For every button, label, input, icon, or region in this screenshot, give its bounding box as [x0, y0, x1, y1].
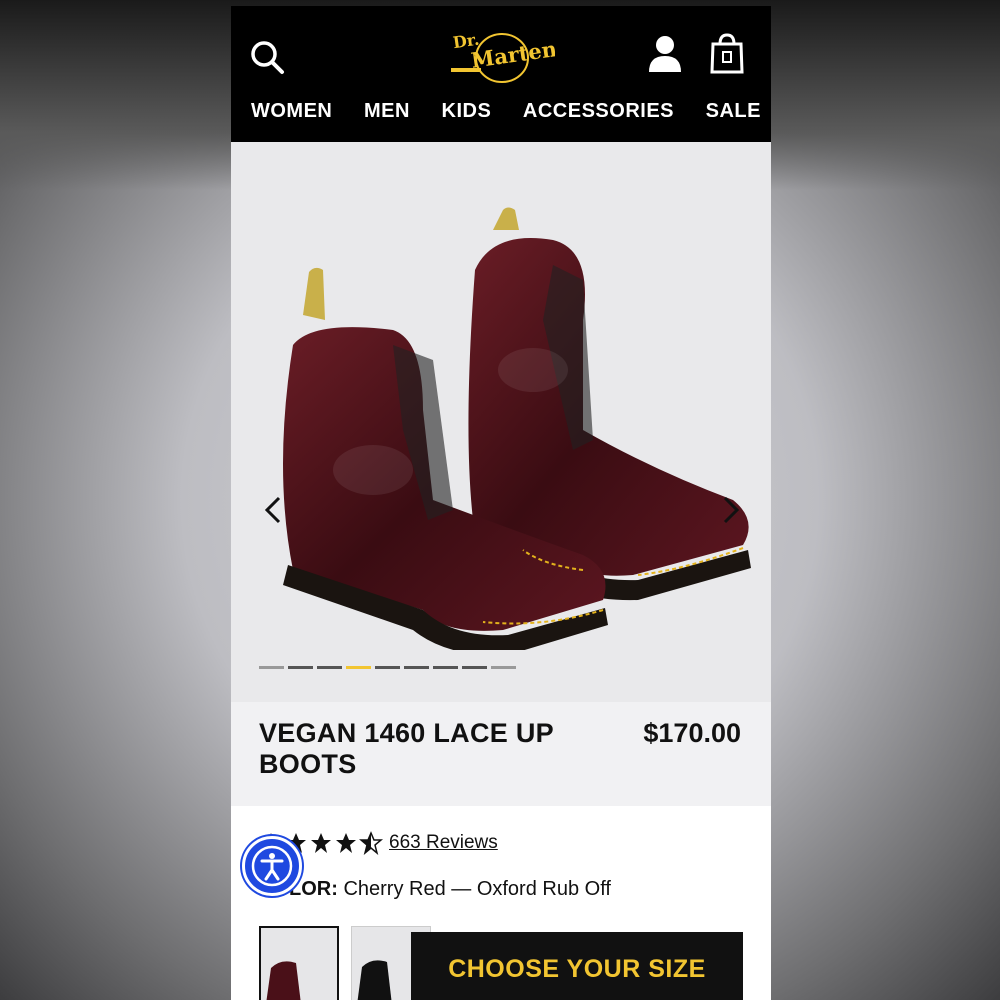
nav-item-accessories[interactable]: ACCESSORIES [523, 100, 674, 130]
star-icon [311, 833, 331, 853]
search-icon[interactable] [249, 38, 285, 78]
choose-size-button[interactable]: CHOOSE YOUR SIZE [411, 932, 743, 1000]
nav-item-women[interactable]: WOMEN [251, 100, 332, 130]
color-swatch-selected[interactable] [259, 926, 339, 1000]
chevron-left-icon[interactable] [259, 492, 289, 528]
nav-item-men[interactable]: MEN [364, 100, 410, 130]
carousel-dot[interactable] [462, 666, 487, 669]
shopping-bag-icon[interactable] [709, 32, 745, 74]
product-price: $170.00 [643, 718, 741, 748]
user-icon[interactable] [647, 34, 683, 74]
star-half-icon [359, 831, 383, 855]
swatch-image [266, 961, 301, 1000]
product-image-carousel[interactable] [231, 142, 771, 702]
carousel-dot[interactable] [404, 666, 429, 669]
carousel-dot[interactable] [491, 666, 516, 669]
nav-item-sale[interactable]: SALE [706, 100, 761, 130]
chevron-right-icon[interactable] [715, 492, 745, 528]
nav-item-kids[interactable]: KIDS [442, 100, 492, 130]
color-value: Cherry Red — Oxford Rub Off [343, 878, 611, 900]
brand-logo[interactable]: Dr. Martens [449, 22, 555, 86]
carousel-dot-active[interactable] [346, 666, 371, 669]
carousel-dot[interactable] [288, 666, 313, 669]
carousel-dot[interactable] [317, 666, 342, 669]
accessibility-icon [251, 845, 293, 887]
color-selection: COLOR: Cherry Red — Oxford Rub Off [259, 878, 611, 901]
carousel-dot[interactable] [375, 666, 400, 669]
accessibility-button[interactable] [242, 836, 302, 896]
site-header: Dr. Martens WOMEN MEN KIDS ACCESSORIES S… [231, 6, 771, 142]
product-image-boots [283, 207, 751, 650]
product-title: VEGAN 1460 LACE UP BOOTS [259, 718, 554, 779]
svg-text:Martens: Martens [469, 34, 555, 72]
carousel-dot[interactable] [259, 666, 284, 669]
carousel-dot[interactable] [433, 666, 458, 669]
star-icon [336, 833, 356, 853]
main-nav: WOMEN MEN KIDS ACCESSORIES SALE [231, 100, 771, 130]
phone-screen: Dr. Martens WOMEN MEN KIDS ACCESSORIES S… [231, 6, 771, 1000]
reviews-link[interactable]: 663 Reviews [389, 832, 498, 854]
carousel-indicators [259, 666, 516, 669]
